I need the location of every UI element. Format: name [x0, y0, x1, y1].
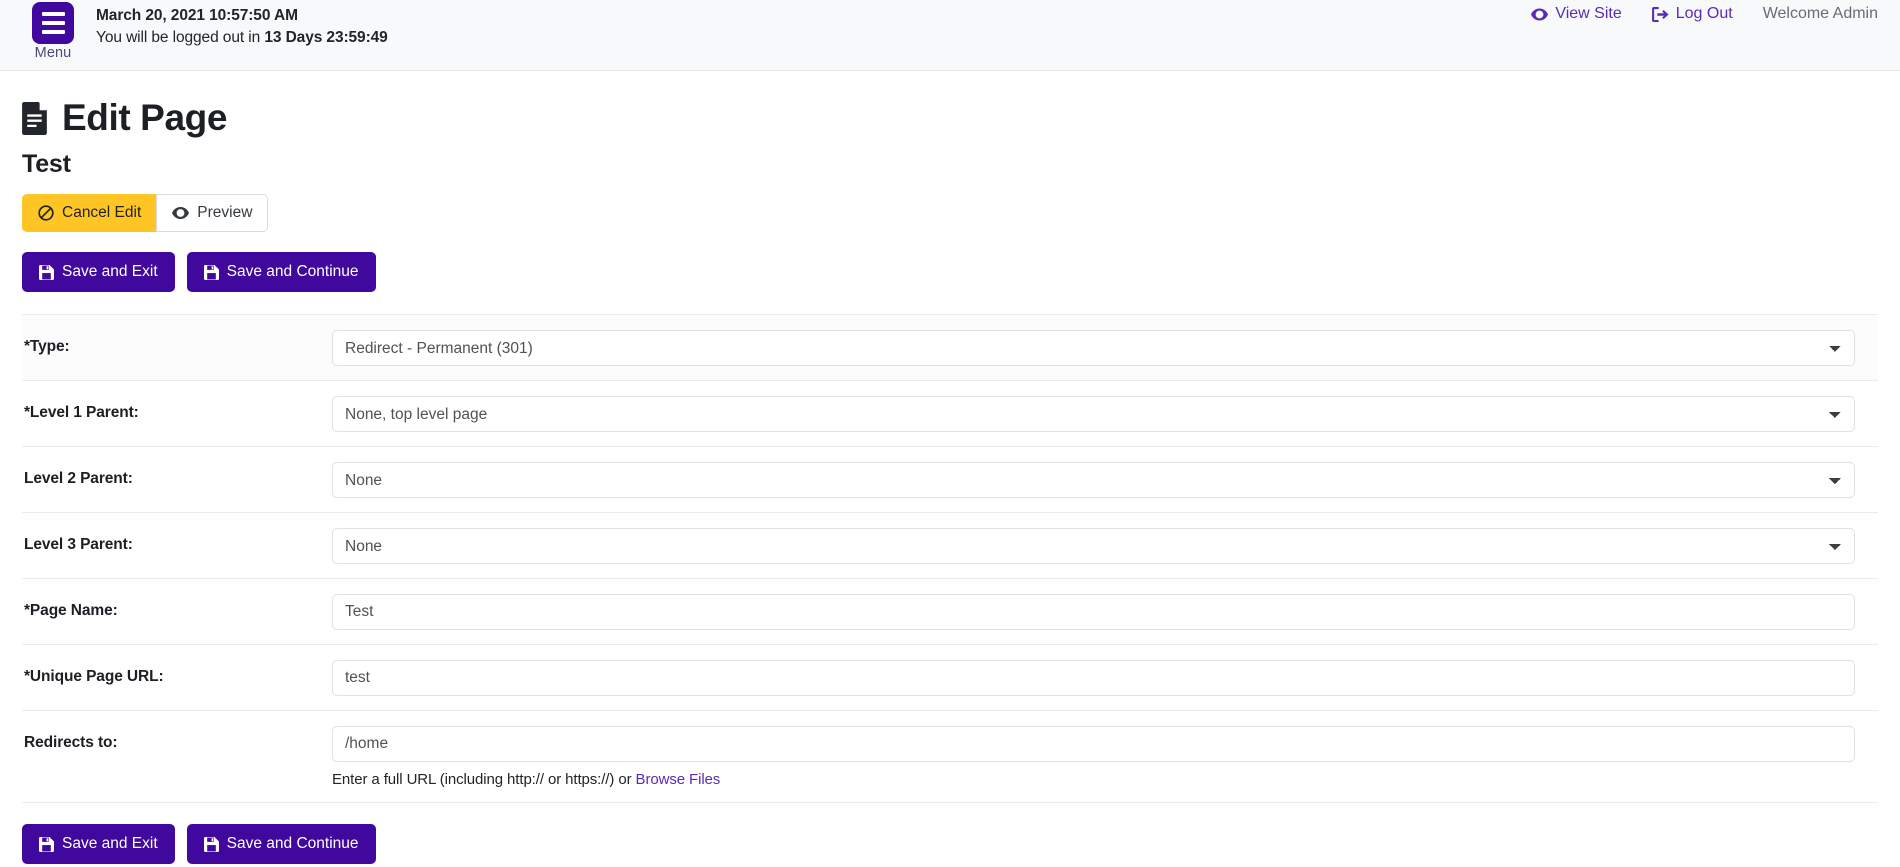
cancel-edit-button[interactable]: Cancel Edit: [22, 194, 158, 233]
page-name-input[interactable]: [332, 594, 1855, 631]
page-subtitle: Test: [22, 150, 71, 178]
form-row-level-1-parent: *Level 1 Parent: None, top level page: [22, 381, 1878, 448]
browse-files-link[interactable]: Browse Files: [636, 771, 721, 788]
document-icon: [22, 101, 49, 135]
form-label-level-2-parent: Level 2 Parent:: [24, 470, 133, 488]
top-bar-actions: View Site Log Out Welcome Admin: [1531, 5, 1878, 23]
log-out-label: Log Out: [1675, 5, 1733, 22]
preview-label: Preview: [197, 204, 253, 221]
form-label-type: *Type:: [24, 338, 70, 356]
level-3-parent-select[interactable]: None: [332, 528, 1855, 565]
sign-out-icon: [1651, 6, 1669, 22]
redirects-to-input[interactable]: [332, 726, 1855, 763]
logout-countdown: 13 Days 23:59:49: [264, 29, 388, 46]
save-and-exit-button-bottom[interactable]: Save and Exit: [22, 824, 175, 865]
edit-page-form: *Type: Redirect - Permanent (301) *Level…: [22, 314, 1878, 804]
welcome-user-label: Welcome Admin: [1762, 5, 1878, 22]
form-label-redirects-to: Redirects to:: [24, 734, 118, 752]
level-1-parent-select[interactable]: None, top level page: [332, 396, 1855, 433]
form-label-unique-page-url: *Unique Page URL:: [24, 668, 164, 686]
floppy-disk-icon: [39, 836, 54, 852]
save-and-continue-button-top[interactable]: Save and Continue: [186, 252, 376, 293]
form-control-page-name: [332, 594, 1878, 631]
menu-button[interactable]: Menu: [22, 2, 84, 61]
form-row-redirects-to: Redirects to: Enter a full URL (includin…: [22, 711, 1878, 804]
level-2-parent-select[interactable]: None: [332, 462, 1855, 499]
cancel-edit-label: Cancel Edit: [62, 204, 142, 221]
session-logout-notice: You will be logged out in 13 Days 23:59:…: [96, 27, 388, 49]
form-row-page-name: *Page Name:: [22, 579, 1878, 646]
page-title: Edit Page: [22, 97, 1878, 139]
session-info: March 20, 2021 10:57:50 AM You will be l…: [96, 5, 388, 49]
eye-icon: [1531, 8, 1549, 21]
save-and-continue-label: Save and Continue: [226, 263, 359, 281]
form-control-level-3-parent: None: [332, 528, 1878, 565]
form-row-type: *Type: Redirect - Permanent (301): [22, 315, 1878, 382]
type-select[interactable]: Redirect - Permanent (301): [332, 330, 1855, 367]
ban-icon: [38, 205, 54, 221]
floppy-disk-icon: [39, 264, 54, 280]
form-label-level-3-parent: Level 3 Parent:: [24, 536, 133, 554]
top-bar: Menu March 20, 2021 10:57:50 AM You will…: [0, 0, 1900, 71]
page-content: Edit Page Test Cancel Edit Preview Save …: [0, 97, 1900, 865]
log-out-link[interactable]: Log Out: [1651, 5, 1733, 23]
logout-notice-prefix: You will be logged out in: [96, 29, 265, 46]
unique-page-url-input[interactable]: [332, 660, 1855, 697]
form-row-level-3-parent: Level 3 Parent: None: [22, 513, 1878, 580]
hamburger-line: [41, 12, 65, 16]
form-control-level-1-parent: None, top level page: [332, 396, 1878, 433]
form-label-page-name: *Page Name:: [24, 602, 118, 620]
floppy-disk-icon: [203, 264, 219, 280]
save-and-exit-label: Save and Exit: [62, 835, 158, 853]
save-actions-bottom: Save and Exit Save and Continue: [22, 824, 1878, 865]
form-label-level-1-parent: *Level 1 Parent:: [24, 404, 139, 422]
save-and-continue-label: Save and Continue: [226, 835, 359, 853]
save-and-exit-label: Save and Exit: [62, 263, 158, 281]
hamburger-icon[interactable]: [32, 2, 74, 44]
view-site-link[interactable]: View Site: [1531, 5, 1622, 23]
view-site-label: View Site: [1555, 5, 1622, 22]
session-datetime: March 20, 2021 10:57:50 AM: [96, 7, 298, 24]
form-row-unique-page-url: *Unique Page URL:: [22, 645, 1878, 712]
menu-button-label: Menu: [34, 45, 72, 61]
form-control-unique-page-url: [332, 660, 1878, 697]
preview-button[interactable]: Preview: [156, 194, 269, 233]
form-control-redirects-to: Enter a full URL (including http:// or h…: [332, 726, 1878, 788]
form-control-level-2-parent: None: [332, 462, 1878, 499]
redirects-to-help-text: Enter a full URL (including http:// or h…: [332, 771, 636, 789]
edit-toolbar: Cancel Edit Preview: [22, 194, 1878, 233]
save-and-exit-button-top[interactable]: Save and Exit: [22, 252, 175, 293]
page-title-text: Edit Page: [62, 97, 227, 138]
redirects-to-help: Enter a full URL (including http:// or h…: [332, 771, 1855, 788]
save-and-continue-button-bottom[interactable]: Save and Continue: [186, 824, 376, 865]
hamburger-line: [41, 21, 65, 25]
save-actions-top: Save and Exit Save and Continue: [22, 252, 1878, 293]
form-row-level-2-parent: Level 2 Parent: None: [22, 447, 1878, 514]
form-control-type: Redirect - Permanent (301): [332, 330, 1878, 367]
floppy-disk-icon: [203, 836, 219, 852]
eye-icon: [172, 207, 190, 220]
hamburger-line: [41, 30, 65, 34]
